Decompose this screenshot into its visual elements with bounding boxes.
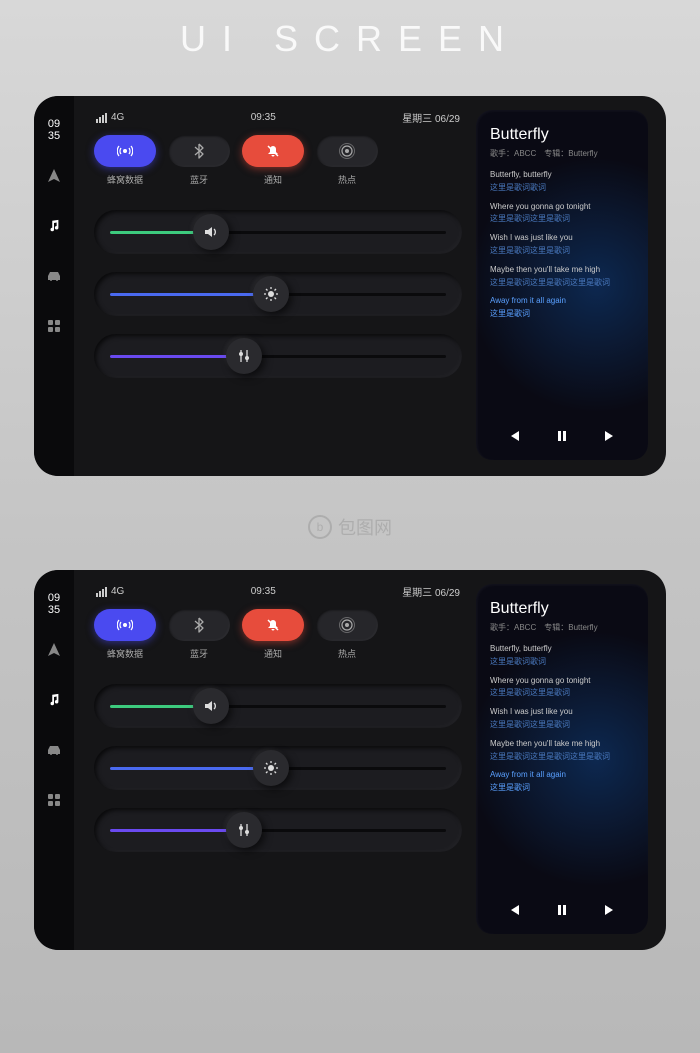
main-panel: 4G 09:35 星期三 06/29 蜂窝数据 蓝牙 [74, 570, 666, 950]
slider-stack [94, 684, 462, 852]
car-dashboard-2: 09 35 4G 09:35 星期三 06/2 [34, 570, 666, 950]
hotspot-toggle[interactable] [316, 609, 378, 641]
music-panel: Butterfly 歌手：ABCC 专辑：Butterfly Butterfly… [476, 110, 648, 460]
next-track-button[interactable] [598, 424, 622, 448]
lyric-line: Away from it all again这里是歌词 [490, 295, 634, 321]
signal-icon [96, 113, 107, 123]
main-panel: 4G 09:35 星期三 06/29 蜂窝数据 蓝牙 [74, 96, 666, 476]
apps-grid-icon[interactable] [38, 784, 70, 816]
status-date: 星期三 06/29 [402, 110, 460, 125]
bluetooth-label: 蓝牙 [190, 173, 208, 186]
status-bar: 4G 09:35 星期三 06/29 [94, 584, 462, 609]
status-time: 09:35 [251, 586, 276, 597]
network-label: 4G [111, 112, 124, 123]
lyrics-list: Butterfly, butterfly这里是歌词歌词 Where you go… [490, 169, 634, 416]
notification-toggle[interactable] [242, 609, 304, 641]
lyric-line: Butterfly, butterfly这里是歌词歌词 [490, 643, 634, 669]
brightness-slider[interactable] [94, 746, 462, 790]
sidebar: 09 35 [34, 96, 74, 476]
lyric-line: Where you gonna go tonight这里是歌词这里是歌词 [490, 201, 634, 227]
car-icon[interactable] [38, 734, 70, 766]
nav-arrow-icon[interactable] [38, 160, 70, 192]
sliders-icon[interactable] [226, 338, 262, 374]
lyrics-list: Butterfly, butterfly这里是歌词歌词 Where you go… [490, 643, 634, 890]
sidebar: 09 35 [34, 570, 74, 950]
cellular-toggle[interactable] [94, 135, 156, 167]
network-label: 4G [111, 586, 124, 597]
pause-button[interactable] [550, 424, 574, 448]
lyric-line: Away from it all again这里是歌词 [490, 769, 634, 795]
toggle-row: 蜂窝数据 蓝牙 通知 [94, 135, 462, 186]
nav-arrow-icon[interactable] [38, 634, 70, 666]
lyric-line: Wish I was just like you这里是歌词这里是歌词 [490, 706, 634, 732]
car-icon[interactable] [38, 260, 70, 292]
equalizer-slider[interactable] [94, 334, 462, 378]
sidebar-clock: 09 35 [48, 592, 60, 616]
apps-grid-icon[interactable] [38, 310, 70, 342]
brightness-icon[interactable] [253, 750, 289, 786]
music-note-icon[interactable] [38, 210, 70, 242]
controls-panel: 4G 09:35 星期三 06/29 蜂窝数据 蓝牙 [94, 584, 462, 934]
page-title: UI SCREEN [180, 18, 520, 60]
hotspot-label: 热点 [338, 173, 356, 186]
car-dashboard-1: 09 35 4G 09:35 星期三 06/ [34, 96, 666, 476]
music-title: Butterfly [490, 600, 634, 618]
prev-track-button[interactable] [502, 898, 526, 922]
lyric-line: Maybe then you'll take me high这里是歌词这里是歌词… [490, 738, 634, 764]
status-date: 星期三 06/29 [402, 584, 460, 599]
lyric-line: Wish I was just like you这里是歌词这里是歌词 [490, 232, 634, 258]
signal-icon [96, 587, 107, 597]
music-meta: 歌手：ABCC 专辑：Butterfly [490, 148, 634, 159]
prev-track-button[interactable] [502, 424, 526, 448]
bluetooth-toggle[interactable] [168, 609, 230, 641]
music-controls [490, 890, 634, 922]
notification-toggle[interactable] [242, 135, 304, 167]
cellular-toggle[interactable] [94, 609, 156, 641]
bluetooth-toggle[interactable] [168, 135, 230, 167]
equalizer-slider[interactable] [94, 808, 462, 852]
bluetooth-label: 蓝牙 [190, 647, 208, 660]
volume-icon[interactable] [193, 214, 229, 250]
volume-slider[interactable] [94, 684, 462, 728]
music-note-icon[interactable] [38, 684, 70, 716]
status-bar: 4G 09:35 星期三 06/29 [94, 110, 462, 135]
music-title: Butterfly [490, 126, 634, 144]
pause-button[interactable] [550, 898, 574, 922]
cellular-label: 蜂窝数据 [107, 647, 143, 660]
watermark: b 包图网 [308, 514, 392, 540]
music-meta: 歌手：ABCC 专辑：Butterfly [490, 622, 634, 633]
notification-label: 通知 [264, 647, 282, 660]
hotspot-label: 热点 [338, 647, 356, 660]
volume-slider[interactable] [94, 210, 462, 254]
volume-icon[interactable] [193, 688, 229, 724]
next-track-button[interactable] [598, 898, 622, 922]
sliders-icon[interactable] [226, 812, 262, 848]
cellular-label: 蜂窝数据 [107, 173, 143, 186]
lyric-line: Butterfly, butterfly这里是歌词歌词 [490, 169, 634, 195]
music-controls [490, 416, 634, 448]
notification-label: 通知 [264, 173, 282, 186]
lyric-line: Maybe then you'll take me high这里是歌词这里是歌词… [490, 264, 634, 290]
controls-panel: 4G 09:35 星期三 06/29 蜂窝数据 蓝牙 [94, 110, 462, 460]
status-time: 09:35 [251, 112, 276, 123]
lyric-line: Where you gonna go tonight这里是歌词这里是歌词 [490, 675, 634, 701]
brightness-icon[interactable] [253, 276, 289, 312]
slider-stack [94, 210, 462, 378]
sidebar-clock: 09 35 [48, 118, 60, 142]
hotspot-toggle[interactable] [316, 135, 378, 167]
toggle-row: 蜂窝数据 蓝牙 通知 [94, 609, 462, 660]
brightness-slider[interactable] [94, 272, 462, 316]
music-panel: Butterfly 歌手：ABCC 专辑：Butterfly Butterfly… [476, 584, 648, 934]
